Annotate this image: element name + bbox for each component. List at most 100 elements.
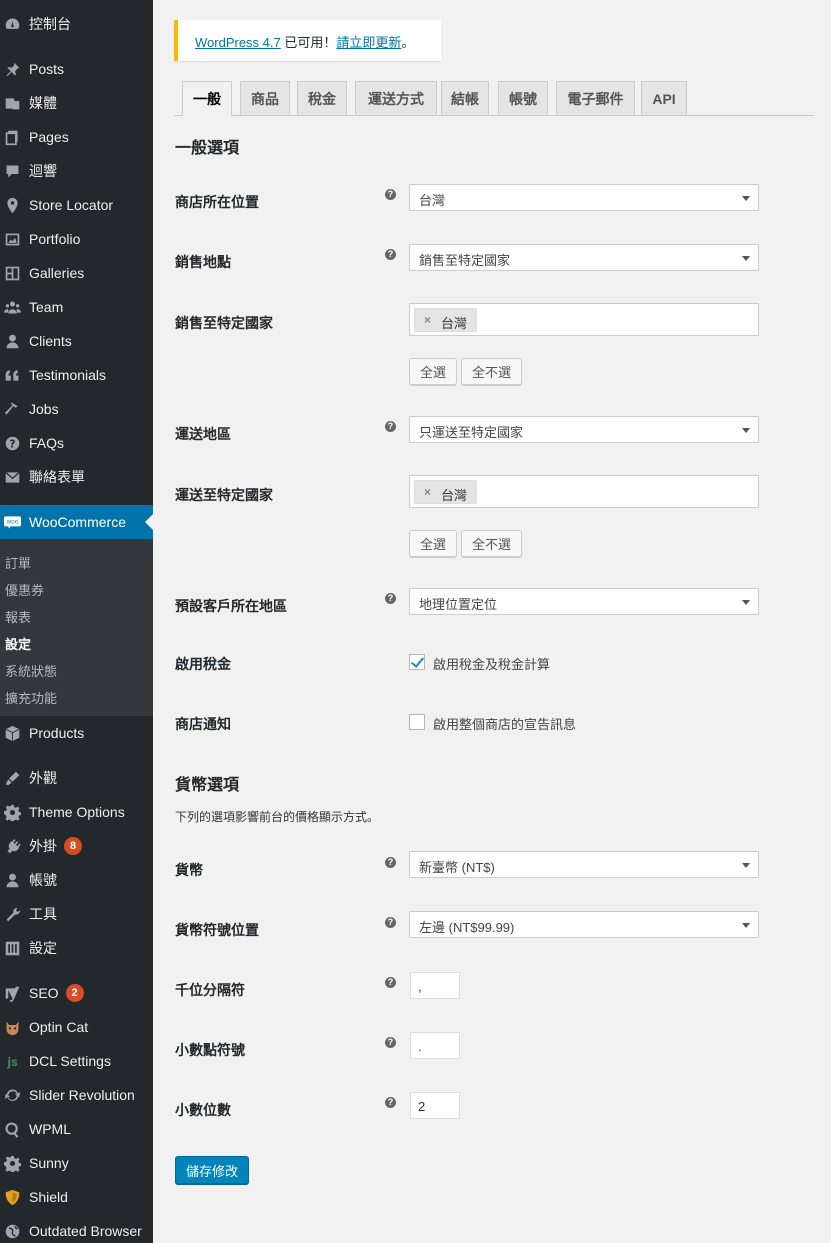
sidebar-item-label: Team [29,299,64,315]
default-customer-value: 地理位置定位 [419,597,498,612]
help-icon[interactable]: ? [385,917,396,928]
default-customer-location-select[interactable]: 地理位置定位 [409,588,759,615]
sidebar-item-dcl-settings[interactable]: js DCL Settings [0,1044,153,1078]
submenu-item[interactable]: 設定 [5,634,31,653]
sidebar-item-外掛[interactable]: 外掛 8 [0,829,153,863]
shipping-location-select[interactable]: 只運送至特定國家 [409,416,759,443]
sidebar-item-portfolio[interactable]: Portfolio [0,222,153,256]
submenu-item[interactable]: 擴充功能 [5,688,57,707]
store-location-select[interactable]: 台灣 [409,184,759,211]
sidebar-item-外觀[interactable]: 外觀 [0,761,153,795]
sidebar-item-slider-revolution[interactable]: Slider Revolution [0,1078,153,1112]
enable-tax-checkbox[interactable] [409,654,425,670]
submenu-item[interactable]: 系統狀態 [5,661,57,680]
remove-icon[interactable]: × [424,313,431,327]
help-icon[interactable]: ? [385,421,396,432]
currency-select[interactable]: 新臺幣 (NT$) [409,851,759,878]
select-none-button[interactable]: 全不選 [461,358,522,385]
wordpress-version-link[interactable]: WordPress 4.7 [195,35,281,50]
sidebar-item-sunny[interactable]: Sunny [0,1146,153,1180]
sidebar-item-theme-options[interactable]: Theme Options [0,795,153,829]
save-changes-button[interactable]: 儲存修改 [175,1156,249,1184]
sidebar-item-迴響[interactable]: 迴響 [0,154,153,188]
help-icon[interactable]: ? [385,977,396,988]
sidebar-item-outdated-browser[interactable]: Outdated Browser [0,1214,153,1243]
chevron-down-icon [742,196,750,201]
ship-specific-multiselect[interactable]: × 台灣 [409,475,759,508]
update-now-link[interactable]: 請立即更新 [336,35,401,50]
help-icon[interactable]: ? [385,1097,396,1108]
number-of-decimals-input[interactable]: 2 [410,1092,460,1119]
sidebar-item-clients[interactable]: Clients [0,324,153,358]
portfolio-icon [3,230,21,248]
notice-end: 。 [401,35,415,50]
help-icon[interactable]: ? [385,857,396,868]
sidebar-item-posts[interactable]: Posts [0,52,153,86]
admin-sidebar: 訂單 優惠券 報表 設定 系統狀態 擴充功能 控制台 Posts 媒體 Pages 迴響 Store … [0,0,153,1243]
tab-4[interactable]: 結帳 [441,81,489,116]
sidebar-item-testimonials[interactable]: Testimonials [0,358,153,392]
tab-0[interactable]: 一般 [182,81,232,116]
selling-location-select[interactable]: 銷售至特定國家 [409,244,759,271]
sidebar-item-seo[interactable]: SEO 2 [0,976,153,1010]
general-options-title: 一般選項 [175,140,240,157]
specific-countries-label: 銷售至特定國家 [175,315,273,331]
help-icon[interactable]: ? [385,189,396,200]
sidebar-item-label: Jobs [29,401,59,417]
mail-icon [3,468,21,486]
select-all-button[interactable]: 全選 [409,530,457,557]
tab-6[interactable]: 電子郵件 [556,81,635,116]
sidebar-item-媒體[interactable]: 媒體 [0,86,153,120]
currency-position-select[interactable]: 左邊 (NT$99.99) [409,911,759,938]
thousand-separator-input[interactable]: , [410,972,460,999]
tab-1[interactable]: 商品 [240,81,290,116]
sidebar-item-faqs[interactable]: ? FAQs [0,426,153,460]
woo-icon: WOO [3,513,21,531]
sidebar-item-products[interactable]: Products [0,716,153,750]
sidebar-item-optin-cat[interactable]: Optin Cat [0,1010,153,1044]
sidebar-item-控制台[interactable]: 控制台 [0,7,153,41]
specific-countries-multiselect[interactable]: × 台灣 [409,303,759,336]
sidebar-item-galleries[interactable]: Galleries [0,256,153,290]
clients-icon [3,332,21,350]
help-icon[interactable]: ? [385,249,396,260]
chevron-down-icon [742,600,750,605]
sidebar-item-設定[interactable]: 設定 [0,931,153,965]
select-none-button[interactable]: 全不選 [461,530,522,557]
tab-7[interactable]: API [641,81,687,116]
wrench-icon [3,905,21,923]
number-of-decimals-label: 小數位數 [175,1102,231,1118]
quote-icon [3,366,21,384]
sidebar-item-jobs[interactable]: Jobs [0,392,153,426]
help-icon[interactable]: ? [385,593,396,604]
chip-label: 台灣 [441,488,468,503]
tab-3[interactable]: 運送方式 [355,81,437,116]
store-location-value: 台灣 [419,193,446,208]
cat-icon [3,1018,21,1036]
js-icon: js [3,1052,21,1070]
pin-icon [3,60,21,78]
submenu-item[interactable]: 訂單 [5,553,31,572]
products-icon [3,724,21,742]
sidebar-item-woocommerce[interactable]: WOO WooCommerce [0,505,153,539]
store-notice-checkbox[interactable] [409,714,425,730]
submenu-item[interactable]: 報表 [5,607,31,626]
chevron-down-icon [742,256,750,261]
sidebar-item-wpml[interactable]: WPML [0,1112,153,1146]
tab-5[interactable]: 帳號 [498,81,548,116]
sidebar-item-工具[interactable]: 工具 [0,897,153,931]
help-icon[interactable]: ? [385,1037,396,1048]
sidebar-item-team[interactable]: Team [0,290,153,324]
sidebar-item-聯絡表單[interactable]: 聯絡表單 [0,460,153,494]
tab-2[interactable]: 稅金 [297,81,347,116]
decimal-separator-input[interactable]: . [410,1032,460,1059]
sidebar-item-帳號[interactable]: 帳號 [0,863,153,897]
submenu-item[interactable]: 優惠券 [5,580,44,599]
remove-icon[interactable]: × [424,485,431,499]
sidebar-item-pages[interactable]: Pages [0,120,153,154]
sidebar-item-shield[interactable]: Shield [0,1180,153,1214]
select-all-button[interactable]: 全選 [409,358,457,385]
sidebar-item-label: 迴響 [29,163,57,179]
sidebar-item-label: Pages [29,129,69,145]
sidebar-item-store-locator[interactable]: Store Locator [0,188,153,222]
